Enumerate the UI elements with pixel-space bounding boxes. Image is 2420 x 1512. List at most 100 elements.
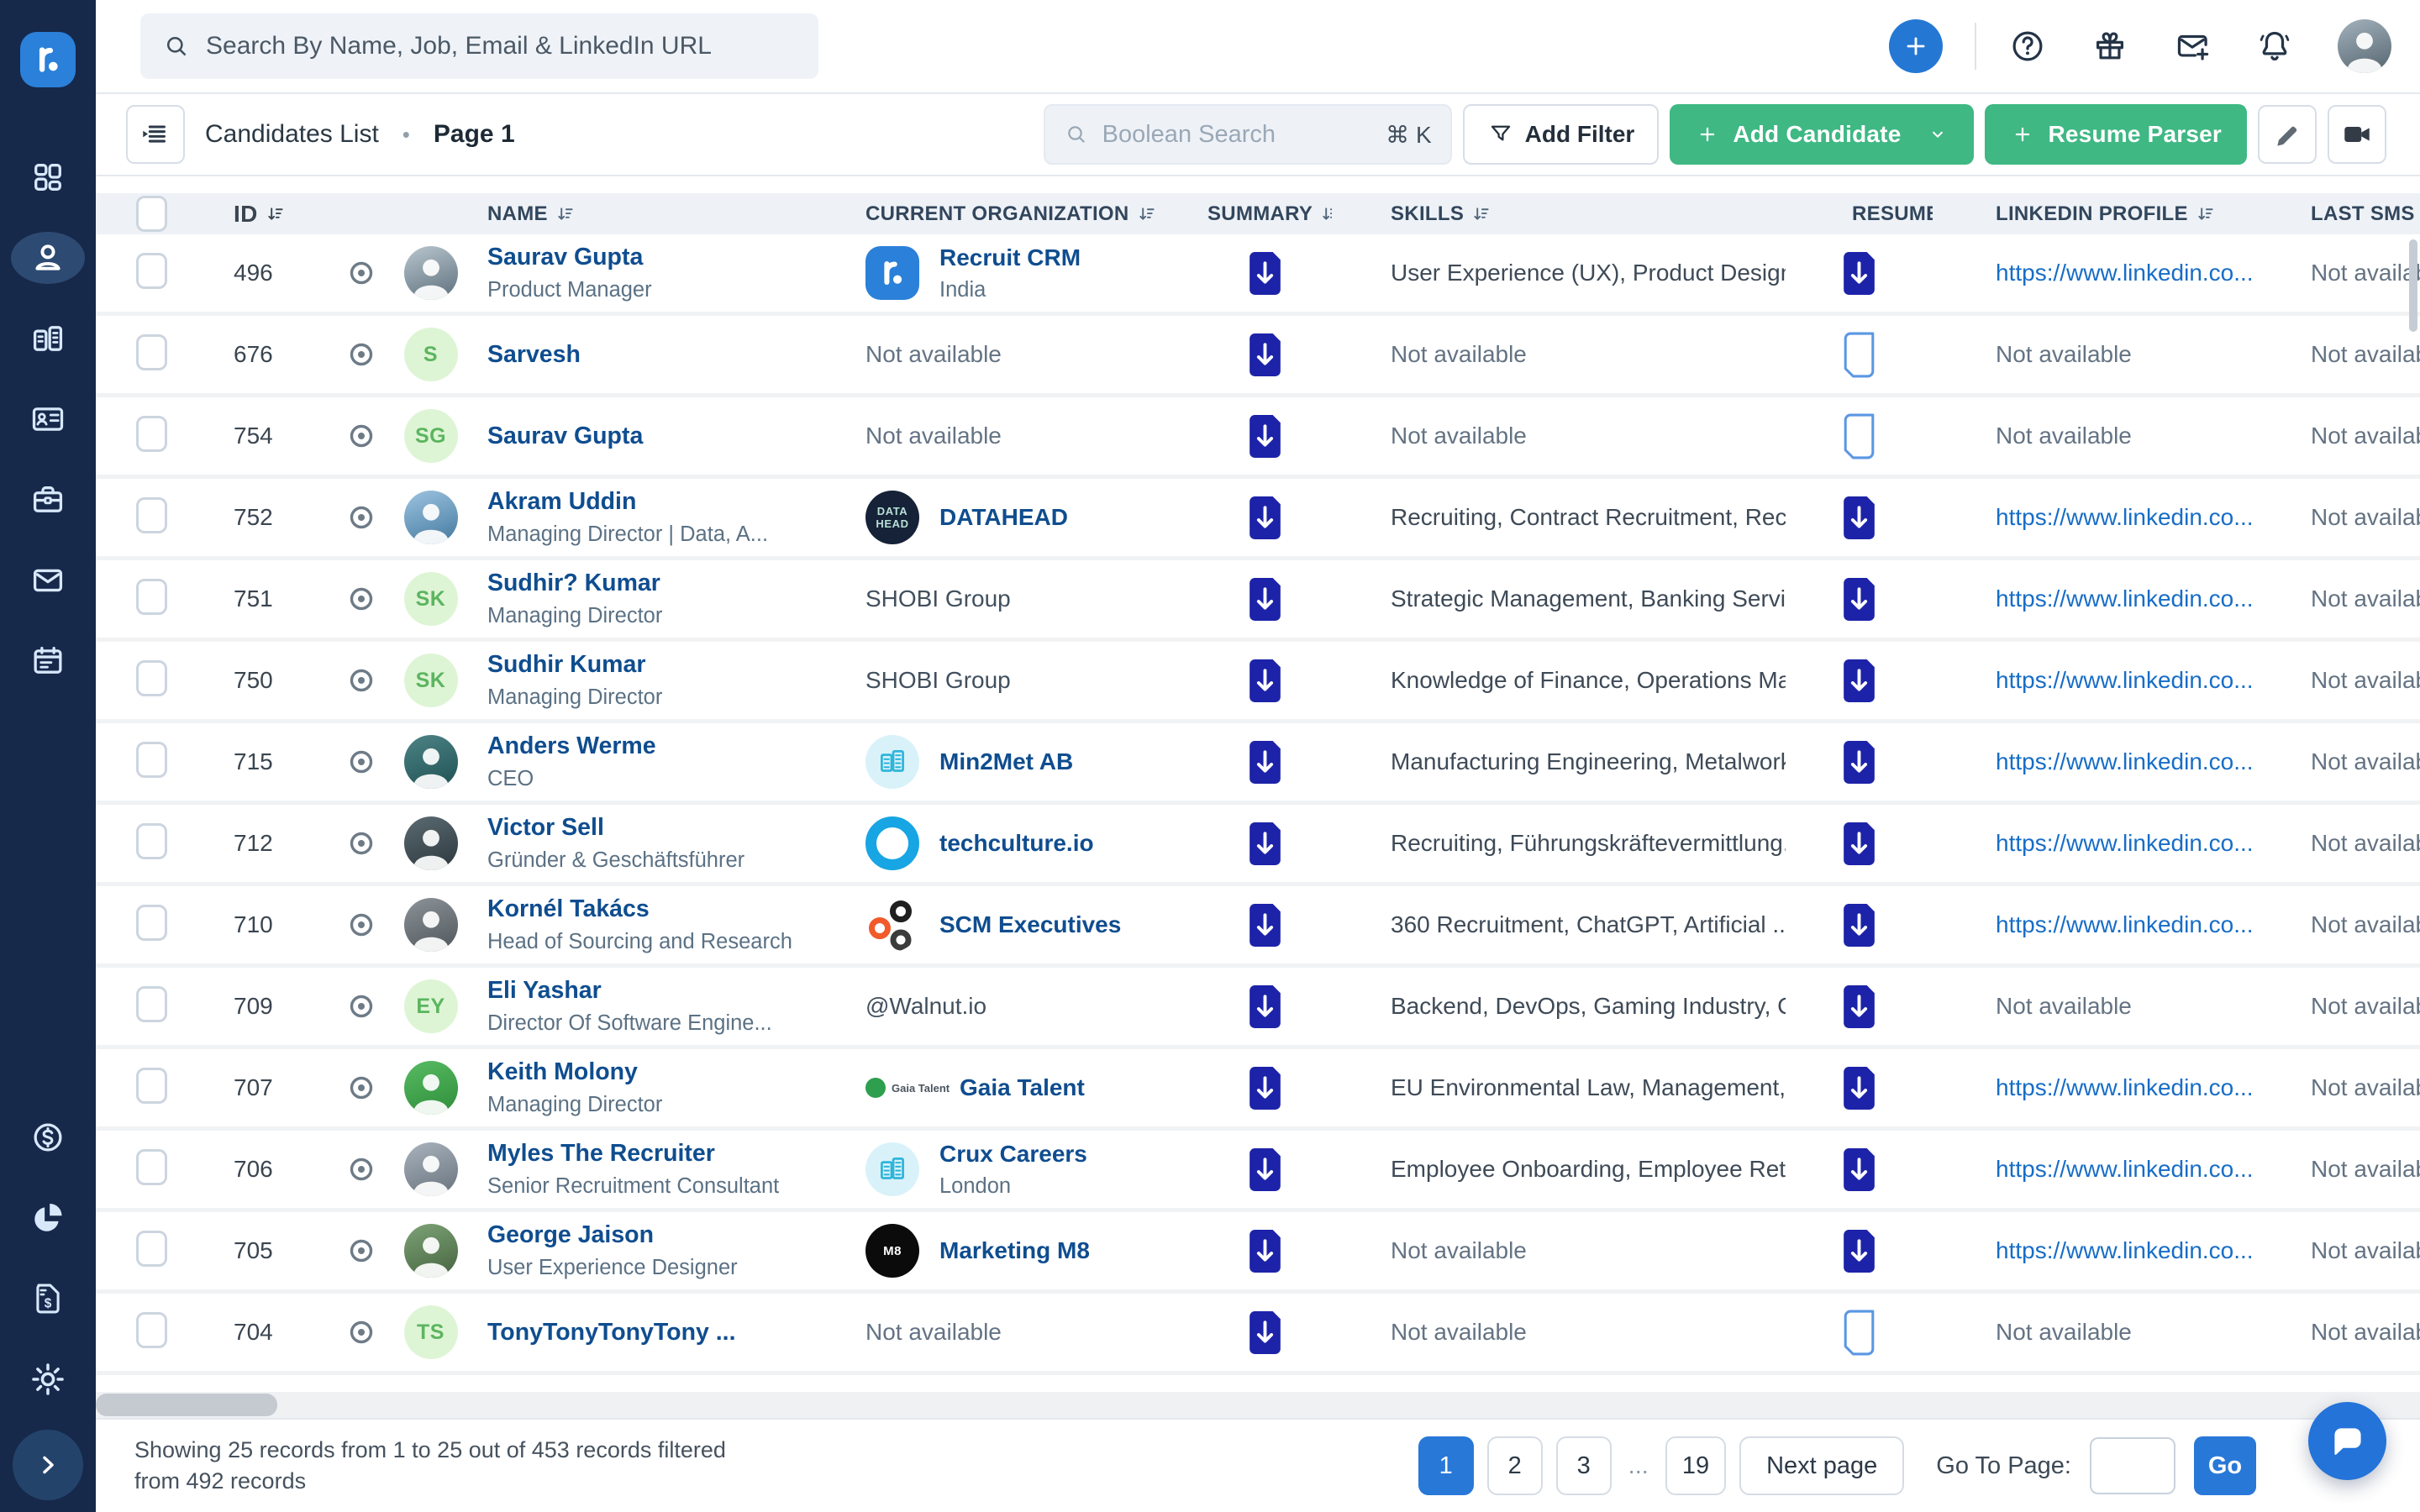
row-checkbox[interactable] — [136, 1068, 167, 1104]
preview-eye-button[interactable] — [345, 419, 378, 453]
chat-launcher[interactable] — [2308, 1402, 2386, 1480]
sidebar-item-candidates[interactable] — [11, 232, 85, 284]
summary-download-button[interactable] — [1246, 250, 1284, 297]
row-checkbox[interactable] — [136, 579, 167, 615]
preview-eye-button[interactable] — [345, 908, 378, 942]
resume-download-button[interactable] — [1840, 495, 1878, 541]
candidate-name-link[interactable]: Kornél Takács — [487, 895, 844, 923]
add-candidate-button[interactable]: Add Candidate — [1670, 104, 1974, 165]
row-checkbox[interactable] — [136, 1312, 167, 1348]
select-all-checkbox[interactable] — [136, 196, 167, 232]
org-link[interactable]: Marketing M8 — [939, 1237, 1090, 1264]
sort-icon-org[interactable] — [1138, 205, 1155, 223]
add-filter-button[interactable]: Add Filter — [1463, 104, 1660, 165]
summary-download-button[interactable] — [1246, 1228, 1284, 1274]
candidate-name-link[interactable]: Victor Sell — [487, 814, 844, 842]
help-button[interactable] — [2008, 27, 2047, 66]
preview-eye-button[interactable] — [345, 256, 378, 290]
preview-eye-button[interactable] — [345, 827, 378, 860]
resume-download-button[interactable] — [1840, 250, 1878, 297]
horizontal-scrollbar[interactable] — [96, 1392, 2420, 1418]
row-checkbox[interactable] — [136, 253, 167, 289]
summary-download-button[interactable] — [1246, 821, 1284, 867]
linkedin-link[interactable]: https://www.linkedin.co... — [1996, 1156, 2256, 1183]
preview-eye-button[interactable] — [345, 1152, 378, 1186]
sort-icon-name[interactable] — [556, 205, 574, 223]
candidate-name-link[interactable]: Myles The Recruiter — [487, 1140, 844, 1168]
page-button-19[interactable]: 19 — [1665, 1436, 1726, 1495]
app-logo[interactable] — [20, 32, 76, 87]
org-link[interactable]: SCM Executives — [939, 911, 1121, 938]
row-checkbox[interactable] — [136, 823, 167, 859]
sidebar-item-jobs[interactable] — [11, 474, 85, 526]
sidebar-item-dashboard[interactable] — [11, 151, 85, 203]
row-checkbox[interactable] — [136, 334, 167, 370]
org-link[interactable]: DATAHEAD — [939, 504, 1068, 531]
preview-eye-button[interactable] — [345, 990, 378, 1023]
sidebar-item-calendar[interactable] — [11, 635, 85, 687]
linkedin-link[interactable]: https://www.linkedin.co... — [1996, 911, 2256, 938]
row-checkbox[interactable] — [136, 660, 167, 696]
notifications-button[interactable] — [2255, 27, 2294, 66]
org-link[interactable]: Min2Met AB — [939, 748, 1073, 775]
summary-download-button[interactable] — [1246, 413, 1284, 459]
resume-download-button[interactable] — [1840, 576, 1878, 622]
rewards-button[interactable] — [2091, 27, 2129, 66]
global-search-input[interactable] — [206, 32, 797, 60]
resume-parser-button[interactable]: Resume Parser — [1985, 104, 2247, 165]
resume-empty-button[interactable] — [1840, 1310, 1878, 1356]
summary-download-button[interactable] — [1246, 739, 1284, 785]
quick-add-button[interactable] — [1889, 19, 1943, 73]
next-page-button[interactable]: Next page — [1739, 1436, 1904, 1495]
edit-button[interactable] — [2258, 105, 2317, 164]
linkedin-link[interactable]: https://www.linkedin.co... — [1996, 1074, 2256, 1101]
row-checkbox[interactable] — [136, 1231, 167, 1267]
candidate-name-link[interactable]: Sudhir? Kumar — [487, 570, 844, 597]
candidate-name-link[interactable]: Saurav Gupta — [487, 244, 844, 271]
summary-download-button[interactable] — [1246, 1147, 1284, 1193]
linkedin-link[interactable]: https://www.linkedin.co... — [1996, 667, 2256, 694]
sort-icon-skills[interactable] — [1472, 205, 1490, 223]
preview-eye-button[interactable] — [345, 1234, 378, 1268]
candidate-name-link[interactable]: Eli Yashar — [487, 977, 844, 1005]
resume-download-button[interactable] — [1840, 902, 1878, 948]
row-checkbox[interactable] — [136, 497, 167, 533]
org-link[interactable]: Gaia Talent — [960, 1074, 1085, 1101]
linkedin-link[interactable]: https://www.linkedin.co... — [1996, 748, 2256, 775]
summary-download-button[interactable] — [1246, 902, 1284, 948]
sidebar-expand-button[interactable] — [13, 1430, 83, 1500]
page-button-1[interactable]: 1 — [1418, 1436, 1474, 1495]
row-checkbox[interactable] — [136, 1149, 167, 1185]
linkedin-link[interactable]: https://www.linkedin.co... — [1996, 260, 2256, 286]
sidebar-item-contacts[interactable] — [11, 393, 85, 445]
go-button[interactable]: Go — [2194, 1436, 2256, 1495]
preview-eye-button[interactable] — [345, 582, 378, 616]
sidebar-item-reports[interactable] — [11, 1192, 85, 1244]
preview-eye-button[interactable] — [345, 1071, 378, 1105]
summary-download-button[interactable] — [1246, 984, 1284, 1030]
video-button[interactable] — [2328, 105, 2386, 164]
resume-empty-button[interactable] — [1840, 413, 1878, 459]
linkedin-link[interactable]: https://www.linkedin.co... — [1996, 1237, 2256, 1264]
row-checkbox[interactable] — [136, 905, 167, 941]
summary-download-button[interactable] — [1246, 332, 1284, 378]
row-checkbox[interactable] — [136, 416, 167, 452]
sort-icon-id[interactable] — [266, 205, 284, 223]
email-campaign-button[interactable] — [2173, 27, 2212, 66]
row-checkbox[interactable] — [136, 742, 167, 778]
candidate-name-link[interactable]: Anders Werme — [487, 732, 844, 760]
boolean-search[interactable]: ⌘ K — [1044, 104, 1452, 165]
preview-eye-button[interactable] — [345, 664, 378, 697]
preview-eye-button[interactable] — [345, 745, 378, 779]
sidebar-item-settings[interactable] — [11, 1353, 85, 1405]
candidate-name-link[interactable]: TonyTonyTonyTony ... — [487, 1319, 844, 1347]
candidate-name-link[interactable]: Keith Molony — [487, 1058, 844, 1086]
global-search[interactable] — [140, 13, 818, 79]
candidate-name-link[interactable]: George Jaison — [487, 1221, 844, 1249]
sort-icon-linkedin[interactable] — [2196, 205, 2214, 223]
sidebar-item-deals[interactable] — [11, 1111, 85, 1163]
page-button-3[interactable]: 3 — [1556, 1436, 1612, 1495]
candidate-name-link[interactable]: Akram Uddin — [487, 488, 844, 516]
candidate-name-link[interactable]: Sudhir Kumar — [487, 651, 844, 679]
summary-download-button[interactable] — [1246, 1065, 1284, 1111]
